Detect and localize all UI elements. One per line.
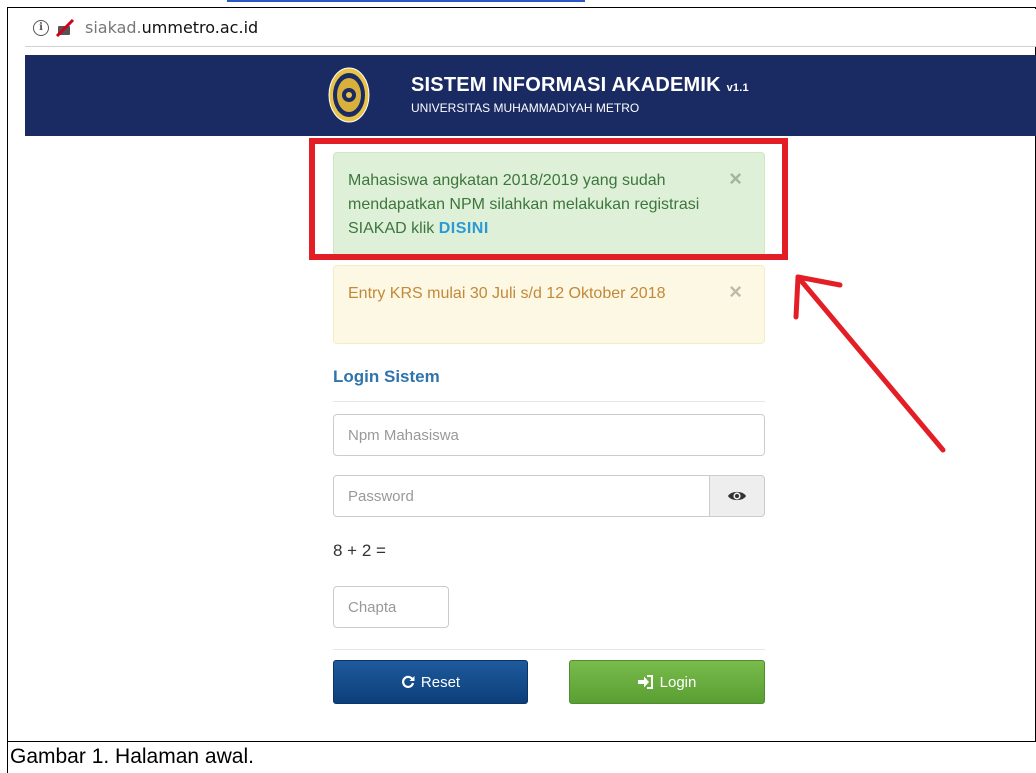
sign-in-icon — [637, 675, 653, 689]
hyperlink-underline — [227, 0, 585, 2]
captcha-question: 8 + 2 = — [333, 541, 386, 560]
reset-button[interactable]: Reset — [333, 660, 528, 704]
address-bar[interactable]: i siakad.ummetro.ac.id — [25, 9, 1036, 47]
registration-link[interactable]: DISINI — [439, 220, 489, 237]
captcha-input[interactable] — [333, 586, 449, 628]
figure-caption: Gambar 1. Halaman awal. — [7, 741, 1036, 773]
show-password-button[interactable] — [709, 475, 765, 517]
divider — [333, 649, 765, 650]
npm-input[interactable] — [333, 414, 765, 456]
registration-alert: Mahasiswa angkatan 2018/2019 yang sudah … — [333, 152, 765, 256]
krs-alert: Entry KRS mulai 30 Juli s/d 12 Oktober 2… — [333, 265, 765, 344]
registration-alert-text: Mahasiswa angkatan 2018/2019 yang sudah … — [348, 172, 700, 237]
site-header: SISTEM INFORMASI AKADEMIK v1.1 UNIVERSIT… — [25, 55, 1036, 136]
refresh-icon — [401, 675, 415, 688]
login-label: Login — [659, 673, 697, 691]
close-icon[interactable]: × — [729, 167, 742, 191]
divider — [333, 401, 765, 402]
blocked-icon[interactable] — [55, 18, 77, 37]
site-title: SISTEM INFORMASI AKADEMIK v1.1 — [411, 74, 749, 96]
close-icon[interactable]: × — [729, 280, 742, 304]
reset-label: Reset — [420, 673, 461, 691]
login-title: Login Sistem — [333, 367, 440, 386]
url-text[interactable]: siakad.ummetro.ac.id — [85, 18, 258, 37]
krs-alert-text: Entry KRS mulai 30 Juli s/d 12 Oktober 2… — [348, 285, 666, 302]
login-button[interactable]: Login — [569, 660, 765, 704]
site-subtitle: UNIVERSITAS MUHAMMADIYAH METRO — [411, 101, 640, 115]
university-logo — [328, 67, 370, 123]
eye-icon — [728, 491, 746, 501]
password-input[interactable] — [333, 475, 710, 517]
info-icon[interactable]: i — [33, 19, 49, 36]
